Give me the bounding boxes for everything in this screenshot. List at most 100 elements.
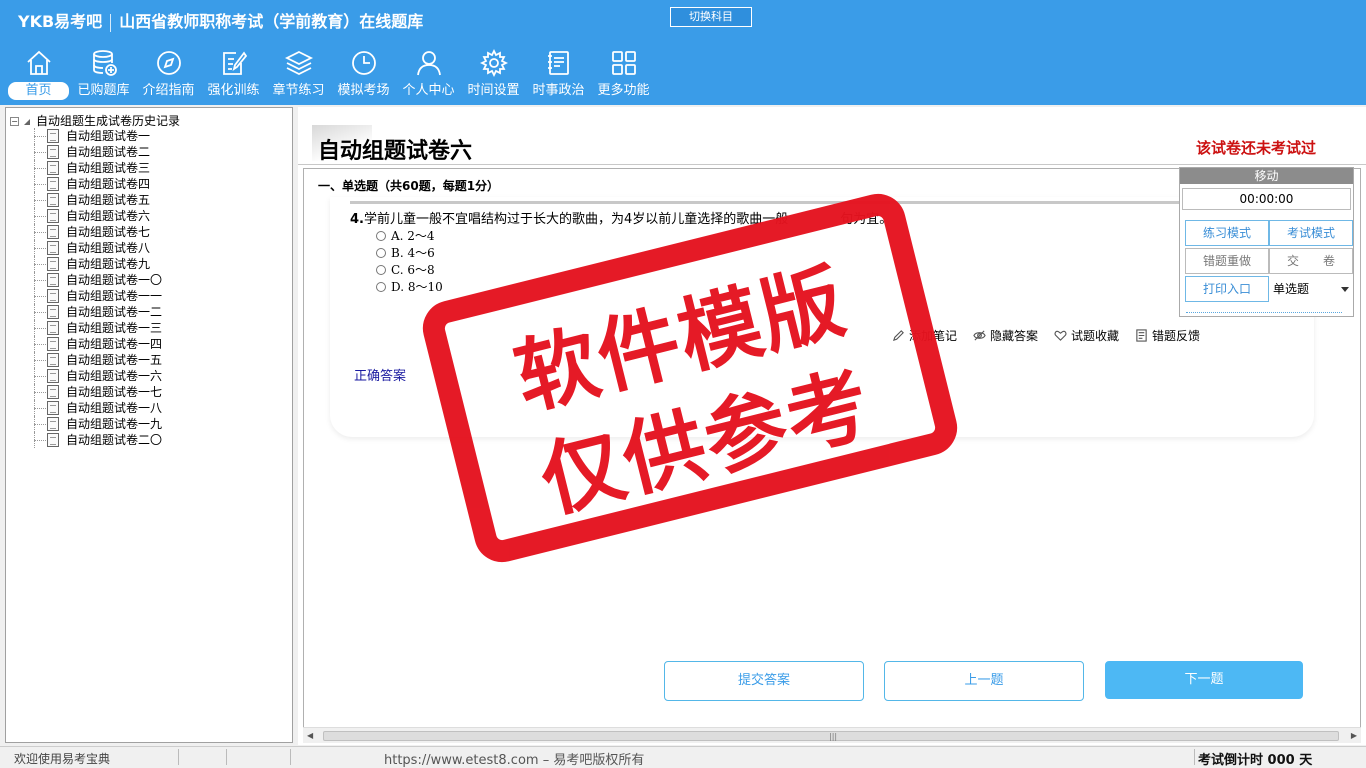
tree-item[interactable]: 自动组题试卷二 (34, 144, 162, 160)
eye-slash-icon (973, 330, 986, 341)
document-icon (47, 225, 59, 239)
question-type-select[interactable]: 单选题 (1269, 276, 1353, 302)
tree-item[interactable]: 自动组题试卷一八 (34, 400, 162, 416)
clock-icon (351, 51, 376, 75)
toolbar-purchased[interactable]: 已购题库 (71, 46, 136, 104)
tree-item-label: 自动组题试卷八 (66, 241, 151, 255)
radio-icon[interactable] (376, 282, 386, 292)
hand-in-button[interactable]: 交 卷 (1269, 248, 1353, 274)
toolbar-training[interactable]: 强化训练 (201, 46, 266, 104)
tree-item-label: 自动组题试卷三 (66, 161, 151, 175)
document-icon (47, 161, 59, 175)
submit-answer-button[interactable]: 提交答案 (664, 661, 864, 701)
radio-icon[interactable] (376, 231, 386, 241)
exam-countdown: 考试倒计时 000 天 (1198, 753, 1313, 768)
question-number: 4. (350, 212, 364, 227)
favorite-button[interactable]: 试题收藏 (1054, 327, 1119, 344)
database-icon (92, 50, 117, 76)
history-tree-panel[interactable]: − 自动组题生成试卷历史记录 自动组题试卷一 自动组题试卷二 自动组题试卷三 自动… (5, 107, 293, 743)
option-a[interactable]: A. 2～4 (376, 227, 435, 244)
tree-item-label: 自动组题试卷一五 (66, 353, 163, 367)
welcome-text: 欢迎使用易考宝典 (14, 752, 111, 766)
toolbar-chapter[interactable]: 章节练习 (266, 46, 331, 104)
document-icon (47, 193, 59, 207)
toolbar-guide-label: 介绍指南 (142, 83, 195, 98)
tree-item[interactable]: 自动组题试卷一〇 (34, 272, 162, 288)
hide-answer-button[interactable]: 隐藏答案 (973, 327, 1038, 344)
toolbar-time-settings[interactable]: 时间设置 (461, 46, 526, 104)
tree-item[interactable]: 自动组题试卷一六 (34, 368, 162, 384)
tree-item-label: 自动组题试卷二〇 (66, 433, 163, 447)
document-icon (47, 353, 59, 367)
option-c[interactable]: C. 6～8 (376, 261, 435, 278)
toolbar-time-settings-label: 时间设置 (467, 83, 520, 98)
tree-item[interactable]: 自动组题试卷一 (34, 128, 162, 144)
toolbar-profile[interactable]: 个人中心 (396, 46, 461, 104)
pencil-icon (892, 330, 904, 342)
question-actions: 添加笔记 隐藏答案 试题收藏 错题反馈 (892, 327, 1216, 344)
brand-bar: YKB易考吧 山西省教师职称考试（学前教育）在线题库 (18, 8, 423, 32)
redo-wrong-button[interactable]: 错题重做 (1185, 248, 1269, 274)
tree-item[interactable]: 自动组题试卷三 (34, 160, 162, 176)
toolbar-home[interactable]: 首页 (6, 46, 71, 104)
tree-item-label: 自动组题试卷二 (66, 145, 151, 159)
tree-item-label: 自动组题试卷一一 (66, 289, 163, 303)
tree-item[interactable]: 自动组题试卷八 (34, 240, 162, 256)
practice-mode-button[interactable]: 练习模式 (1185, 220, 1269, 246)
report-error-button[interactable]: 错题反馈 (1135, 327, 1200, 344)
document-icon (47, 337, 59, 351)
tree-item[interactable]: 自动组题试卷七 (34, 224, 162, 240)
tree-item[interactable]: 自动组题试卷一二 (34, 304, 162, 320)
tree-item-selected[interactable]: 自动组题试卷六 (34, 208, 162, 224)
collapse-icon[interactable]: − (10, 117, 19, 126)
toolbar-guide[interactable]: 介绍指南 (136, 46, 201, 104)
tree-item[interactable]: 自动组题试卷四 (34, 176, 162, 192)
feedback-icon (1136, 329, 1147, 342)
panel-bottom-divider (1186, 312, 1342, 313)
tree-item[interactable]: 自动组题试卷五 (34, 192, 162, 208)
horizontal-scrollbar[interactable]: ◀ ||| ▶ (303, 727, 1361, 743)
tree-item[interactable]: 自动组题试卷一四 (34, 336, 162, 352)
option-d[interactable]: D. 8～10 (376, 278, 443, 295)
document-icon (47, 241, 59, 255)
option-b[interactable]: B. 4～6 (376, 244, 435, 261)
radio-icon[interactable] (376, 248, 386, 258)
tree-item[interactable]: 自动组题试卷二〇 (34, 432, 162, 448)
add-note-button[interactable]: 添加笔记 (892, 327, 957, 344)
switch-subject-button[interactable]: 切换科目 (670, 7, 752, 27)
tree-item-label: 自动组题试卷一 (66, 129, 151, 143)
report-error-label: 错题反馈 (1152, 329, 1201, 343)
document-search-icon (47, 209, 59, 223)
scroll-right-icon[interactable]: ▶ (1351, 731, 1357, 740)
toolbar-more[interactable]: 更多功能 (591, 46, 656, 104)
toolbar-current-affairs[interactable]: 时事政治 (526, 46, 591, 104)
document-icon (47, 321, 59, 335)
option-c-label: C. 6～8 (391, 263, 435, 277)
tree-item[interactable]: 自动组题试卷一七 (34, 384, 162, 400)
radio-icon[interactable] (376, 265, 386, 275)
tree-item-label: 自动组题试卷一〇 (66, 273, 163, 287)
panel-move-handle[interactable]: 移动 (1180, 168, 1353, 184)
exam-mode-button[interactable]: 考试模式 (1269, 220, 1353, 246)
document-icon (47, 433, 59, 447)
tree-item[interactable]: 自动组题试卷一一 (34, 288, 162, 304)
tree-root[interactable]: − 自动组题生成试卷历史记录 (10, 112, 180, 129)
hide-answer-label: 隐藏答案 (990, 329, 1039, 343)
print-button[interactable]: 打印入口 (1185, 276, 1269, 302)
scroll-thumb[interactable]: ||| (323, 731, 1339, 741)
tree-item[interactable]: 自动组题试卷九 (34, 256, 162, 272)
tree-item-label: 自动组题试卷一九 (66, 417, 163, 431)
tree-item[interactable]: 自动组题试卷一三 (34, 320, 162, 336)
exam-control-panel: 移动 00:00:00 练习模式 考试模式 错题重做 交 卷 打印入口 单选题 (1179, 167, 1354, 317)
scroll-left-icon[interactable]: ◀ (307, 731, 313, 740)
exam-timer: 00:00:00 (1182, 188, 1351, 210)
previous-question-button[interactable]: 上一题 (884, 661, 1084, 701)
tree-item[interactable]: 自动组题试卷一五 (34, 352, 162, 368)
toolbar-training-label: 强化训练 (207, 83, 260, 98)
tree-item[interactable]: 自动组题试卷一九 (34, 416, 162, 432)
tree-item-label: 自动组题试卷七 (66, 225, 151, 239)
next-question-button[interactable]: 下一题 (1105, 661, 1303, 699)
option-a-label: A. 2～4 (391, 229, 435, 243)
toolbar-mock-exam[interactable]: 模拟考场 (331, 46, 396, 104)
question-card: 4.学前儿童一般不宜唱结构过于长大的歌曲，为4岁以前儿童选择的歌曲一般 句为宜。… (330, 197, 1314, 437)
